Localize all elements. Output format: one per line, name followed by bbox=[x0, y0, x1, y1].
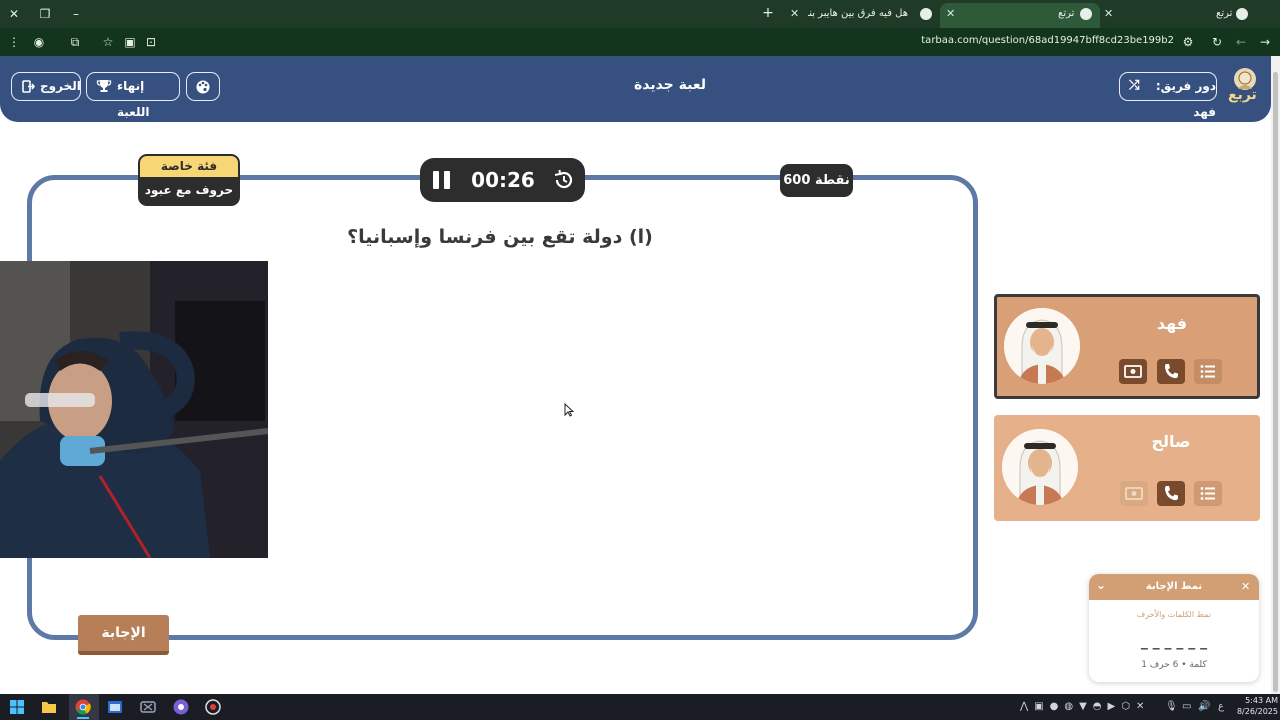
pattern-subtitle: نمط الكلمات والأحرف bbox=[1136, 610, 1212, 619]
windows-start-icon[interactable] bbox=[9, 699, 25, 715]
list-icon bbox=[1200, 365, 1215, 378]
category-name: حروف مع عبود bbox=[138, 177, 240, 206]
restore-window-icon[interactable]: ❐ bbox=[37, 7, 53, 21]
recorder-icon[interactable] bbox=[205, 699, 221, 715]
points-badge: 600 نقطة bbox=[780, 164, 853, 197]
close-icon[interactable]: ✕ bbox=[790, 3, 799, 25]
exit-label: الخروج bbox=[40, 79, 81, 93]
end-game-button[interactable]: إنهاء اللعبة bbox=[86, 72, 180, 119]
team-card-saleh[interactable]: صالح bbox=[994, 415, 1260, 521]
active-app-indicator bbox=[77, 717, 89, 719]
file-explorer-icon[interactable] bbox=[41, 699, 57, 715]
close-icon[interactable]: ✕ bbox=[1104, 3, 1113, 25]
history-icon bbox=[554, 169, 573, 189]
hole-button[interactable] bbox=[1119, 359, 1147, 384]
star-icon[interactable]: ☆ bbox=[100, 35, 116, 49]
show-answer-button[interactable]: الإجابة bbox=[78, 615, 169, 655]
answer-pattern-panel: نمط الإجابة ⌄ ✕ نمط الكلمات والأحرف _ _ … bbox=[1089, 574, 1259, 682]
cash-icon bbox=[1124, 365, 1142, 378]
chevron-down-icon[interactable]: ⌄ bbox=[1096, 578, 1106, 592]
list-button[interactable] bbox=[1194, 481, 1222, 506]
capture-app-icon[interactable] bbox=[140, 699, 156, 715]
webcam-overlay bbox=[0, 261, 268, 558]
menu-dots-icon[interactable]: ⋮ bbox=[6, 35, 22, 49]
question-text: (ا) دولة تقع بين فرنسا وإسبانيا؟ bbox=[347, 226, 653, 248]
timer-display: 00:26 bbox=[471, 168, 535, 192]
pause-button[interactable] bbox=[432, 170, 452, 190]
app-window-icon[interactable] bbox=[107, 699, 123, 715]
pattern-letters: _ _ _ _ _ _ bbox=[1140, 634, 1208, 650]
exit-button[interactable]: الخروج bbox=[11, 72, 81, 101]
team-avatar bbox=[1004, 308, 1080, 384]
volume-icon[interactable]: 🔊 bbox=[1198, 701, 1210, 712]
team-card-fahad[interactable]: فهد bbox=[994, 294, 1260, 399]
trophy-icon bbox=[96, 80, 112, 92]
mouse-cursor-icon bbox=[564, 403, 574, 417]
scrollbar-thumb[interactable] bbox=[1273, 72, 1278, 692]
game-title: لعبة جديدة bbox=[633, 77, 707, 93]
puzzle-icon[interactable]: ⧉ bbox=[67, 35, 83, 49]
end-game-label: إنهاء اللعبة bbox=[117, 79, 150, 119]
tab-favicon-icon bbox=[1236, 8, 1248, 20]
webcam-person-image bbox=[0, 261, 268, 558]
tab-favicon-icon bbox=[1080, 8, 1092, 20]
install-icon[interactable]: ⊡ bbox=[143, 35, 159, 49]
reload-icon[interactable]: ↻ bbox=[1209, 35, 1225, 49]
team-name: صالح bbox=[1151, 432, 1191, 451]
reset-timer-button[interactable] bbox=[553, 169, 575, 191]
logo-text: تربع bbox=[1228, 87, 1257, 103]
language-indicator[interactable]: ع bbox=[1218, 701, 1224, 712]
pattern-summary: كلمة • 6 حرف 1 bbox=[1141, 660, 1207, 670]
tarbaa-logo: تربع bbox=[1228, 67, 1260, 107]
call-button[interactable] bbox=[1157, 481, 1185, 506]
minimize-window-icon[interactable]: – bbox=[68, 7, 84, 21]
close-icon[interactable]: ✕ bbox=[946, 3, 955, 25]
panel-title: نمط الإجابة bbox=[1145, 581, 1203, 592]
team-turn-button[interactable]: دور فريق: فهد ⤮ bbox=[1119, 72, 1217, 119]
list-icon bbox=[1200, 487, 1215, 500]
tab-2[interactable]: ✕ ترتع bbox=[940, 3, 1100, 28]
chrome-icon[interactable] bbox=[75, 699, 91, 715]
new-tab-button[interactable]: + bbox=[760, 6, 776, 20]
panel-header: نمط الإجابة bbox=[1089, 574, 1259, 600]
tab-3[interactable]: ✕ ترتع bbox=[1102, 3, 1252, 25]
palette-button[interactable] bbox=[186, 72, 220, 101]
category-tag: فئة خاصة bbox=[138, 154, 240, 179]
tab-title: ترتع bbox=[1216, 8, 1233, 19]
url-field[interactable]: tarbaa.com/question/68ad19947bff8cd23be1… bbox=[921, 35, 1174, 46]
team-name: فهد bbox=[1156, 314, 1188, 333]
clock-date: 8/26/2025 bbox=[1236, 707, 1278, 716]
forward-icon[interactable]: → bbox=[1257, 35, 1273, 49]
team-avatar bbox=[1002, 429, 1078, 505]
obs-icon[interactable] bbox=[173, 699, 189, 715]
sheikh-avatar-icon bbox=[1002, 429, 1078, 505]
tab-favicon-icon bbox=[920, 8, 932, 20]
palette-icon bbox=[196, 80, 210, 94]
back-icon[interactable]: ← bbox=[1233, 35, 1249, 49]
clock-time: 5:43 AM bbox=[1245, 696, 1278, 705]
mic-icon[interactable]: 🎙 bbox=[1165, 701, 1178, 712]
call-button[interactable] bbox=[1157, 359, 1185, 384]
shuffle-icon: ⤮ bbox=[1129, 78, 1140, 93]
close-window-icon[interactable]: ✕ bbox=[6, 7, 22, 21]
translate-icon[interactable]: ▣ bbox=[122, 35, 138, 49]
pause-icon bbox=[433, 171, 450, 189]
phone-icon bbox=[1165, 486, 1178, 501]
close-icon[interactable]: ✕ bbox=[1241, 580, 1250, 593]
tab-title: ترتع bbox=[1058, 8, 1075, 19]
network-icon[interactable]: ▭ bbox=[1182, 701, 1191, 712]
sheikh-avatar-icon bbox=[1004, 308, 1080, 384]
tab-1[interactable]: ✕ هل فيه فرق بين هايبر بنده وبنده bbox=[790, 3, 932, 25]
team-turn-label: دور فريق: فهد bbox=[1155, 79, 1216, 119]
extension-icon[interactable]: ◉ bbox=[31, 35, 47, 49]
site-settings-icon[interactable]: ⚙ bbox=[1180, 35, 1196, 49]
list-button[interactable] bbox=[1194, 359, 1222, 384]
hole-button[interactable] bbox=[1120, 481, 1148, 506]
tray-icons[interactable]: ⋀▣●◍▼◓▶⬡✕ bbox=[1020, 701, 1150, 712]
clock[interactable]: 5:43 AM 8/26/2025 bbox=[1232, 695, 1278, 717]
phone-icon bbox=[1165, 364, 1178, 379]
cash-icon bbox=[1125, 487, 1143, 500]
tab-title: هل فيه فرق بين هايبر بنده وبنده bbox=[808, 8, 908, 19]
exit-icon bbox=[22, 80, 35, 93]
